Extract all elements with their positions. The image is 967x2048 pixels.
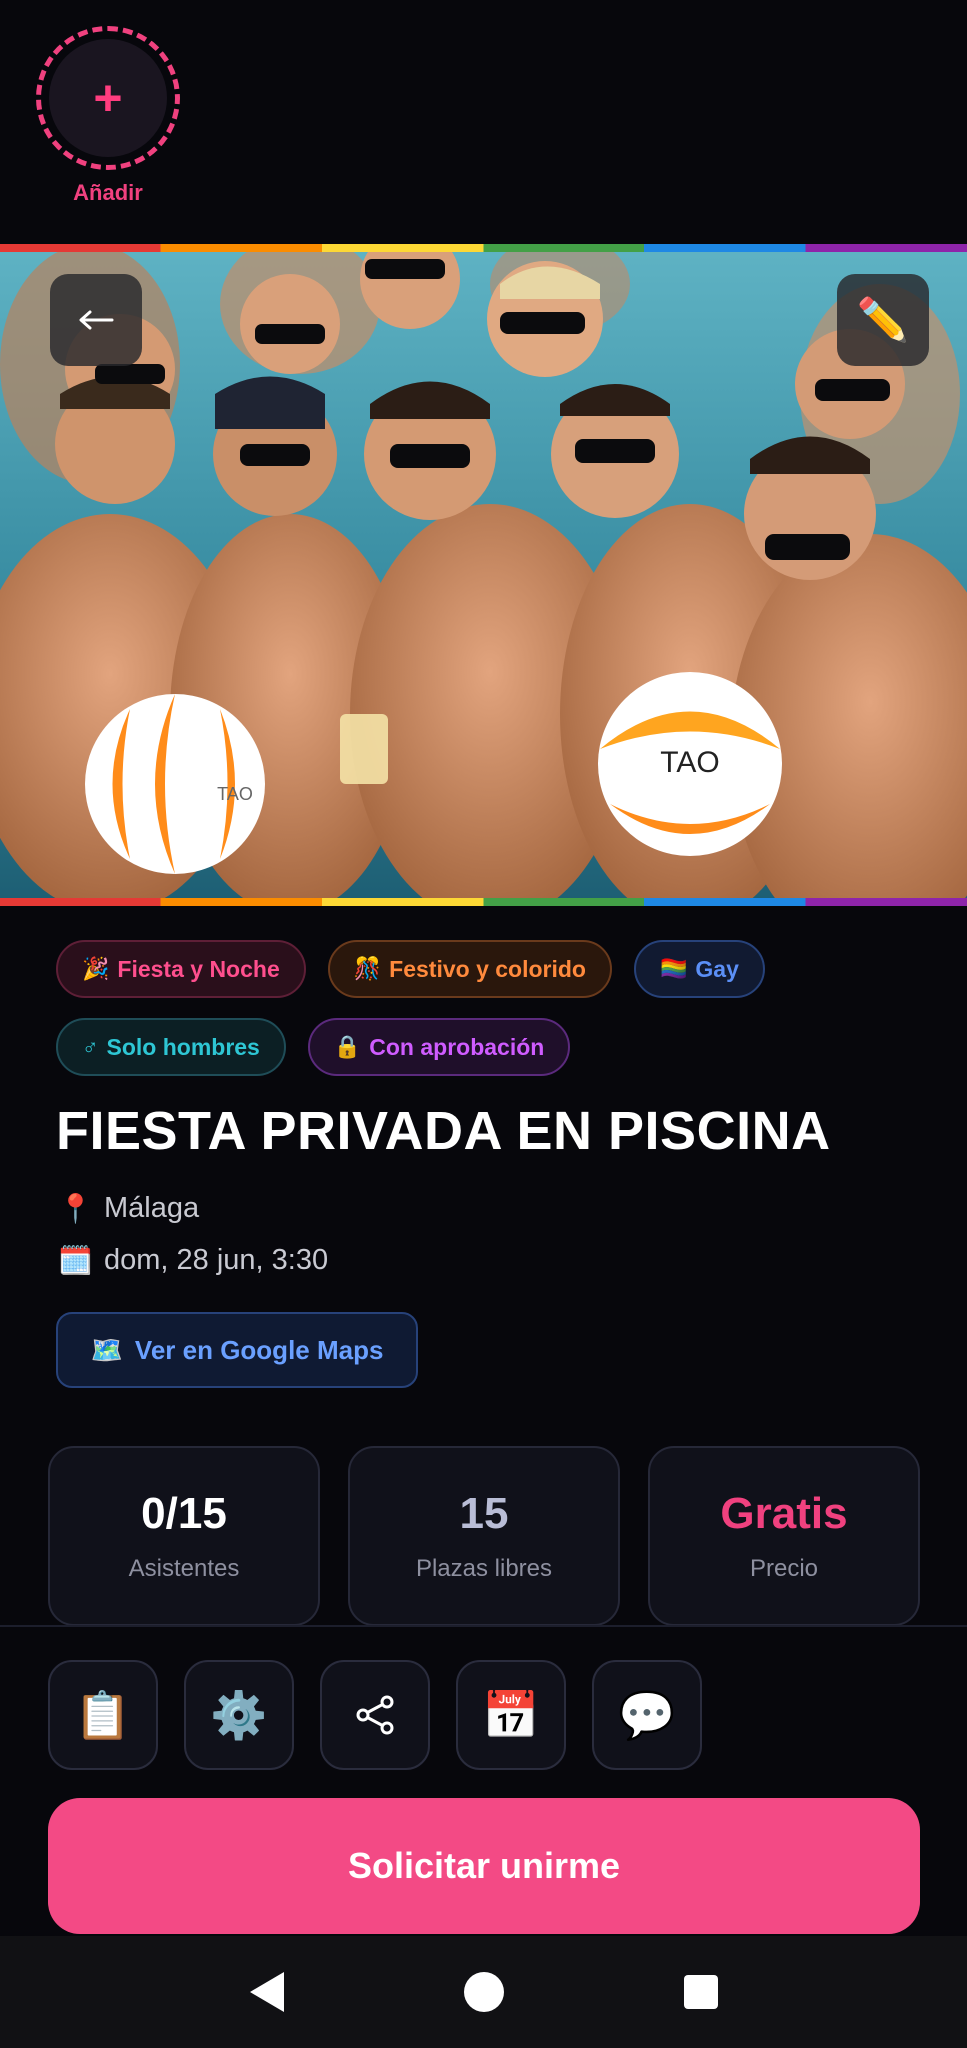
clipboard-button[interactable]: 📋 <box>48 1660 158 1770</box>
stat-attendees: 0/15 Asistentes <box>48 1446 320 1626</box>
event-location: 📍 Málaga <box>58 1192 199 1225</box>
gear-icon: ⚙️ <box>210 1688 268 1741</box>
chip-label: Solo hombres <box>106 1033 260 1060</box>
party-popper-icon: 🎉 <box>82 956 110 981</box>
clipboard-icon: 📋 <box>74 1688 132 1741</box>
event-cover-image: TAO TAO ✏️ <box>0 244 967 906</box>
stat-value: 0/15 <box>141 1489 227 1538</box>
action-bar: 📋 ⚙️ 📅 💬 <box>48 1660 702 1770</box>
ball-logo-right: TAO <box>660 746 719 779</box>
back-button[interactable] <box>50 274 142 366</box>
stat-free-spots: 15 Plazas libres <box>348 1446 620 1626</box>
chip-gay: 🏳️‍🌈 Gay <box>633 940 765 998</box>
event-tags: 🎉 Fiesta y Noche 🎊 Festivo y colorido 🏳️… <box>56 940 936 1076</box>
chip-label: Con aprobación <box>369 1033 545 1060</box>
share-button[interactable] <box>320 1660 430 1770</box>
chip-label: Fiesta y Noche <box>117 955 280 982</box>
chip-festivo-y-colorido: 🎊 Festivo y colorido <box>327 940 612 998</box>
add-to-calendar-button[interactable]: 📅 <box>456 1660 566 1770</box>
event-title: FIESTA PRIVADA EN PISCINA <box>56 1101 831 1161</box>
nav-home-icon[interactable] <box>463 1972 504 2012</box>
system-nav-bar <box>0 1936 967 2048</box>
plus-icon: + <box>49 39 167 157</box>
lock-icon: 🔒 <box>333 1034 362 1059</box>
location-text: Málaga <box>104 1192 200 1224</box>
chip-solo-hombres: ♂ Solo hombres <box>56 1018 286 1076</box>
google-maps-button[interactable]: 🗺️ Ver en Google Maps <box>56 1312 418 1388</box>
chat-button[interactable]: 💬 <box>592 1660 702 1770</box>
male-sign-icon: ♂ <box>82 1034 99 1059</box>
stat-label: Asistentes <box>128 1555 240 1582</box>
add-story[interactable]: + Añadir <box>36 26 180 206</box>
stat-value: 15 <box>459 1489 509 1538</box>
chip-label: Festivo y colorido <box>389 955 586 982</box>
chat-bubble-icon: 💬 <box>618 1688 676 1741</box>
arrow-left-icon <box>79 310 114 330</box>
stat-value: Gratis <box>720 1489 848 1538</box>
stat-label: Plazas libres <box>415 1555 553 1582</box>
request-join-button[interactable]: Solicitar unirme <box>48 1798 920 1934</box>
section-divider <box>0 1625 967 1627</box>
nav-recents-icon[interactable] <box>683 1975 718 2009</box>
date-text: dom, 28 jun, 3:30 <box>104 1244 329 1276</box>
stat-label: Precio <box>749 1555 819 1582</box>
calendar-icon: 📅 <box>482 1688 540 1741</box>
event-date: 🗓️ dom, 28 jun, 3:30 <box>58 1244 328 1277</box>
chip-label: Gay <box>695 955 739 982</box>
calendar-icon: 🗓️ <box>58 1245 93 1276</box>
pencil-icon: ✏️ <box>856 295 910 343</box>
maps-button-label: Ver en Google Maps <box>134 1334 384 1365</box>
rainbow-border-top <box>0 244 967 252</box>
nav-back-icon[interactable] <box>249 1972 284 2012</box>
share-icon <box>356 1695 394 1735</box>
add-story-ring[interactable]: + <box>36 26 180 170</box>
add-story-label: Añadir <box>73 180 143 205</box>
rainbow-border-bottom <box>0 898 967 906</box>
ball-logo-left: TAO <box>217 784 253 804</box>
chip-con-aprobacion: 🔒 Con aprobación <box>307 1018 571 1076</box>
edit-button[interactable]: ✏️ <box>837 274 929 366</box>
location-pin-icon: 📍 <box>58 1193 93 1224</box>
chip-fiesta-y-noche: 🎉 Fiesta y Noche <box>56 940 306 998</box>
pool-party-photo: TAO TAO <box>0 244 967 906</box>
stat-price: Gratis Precio <box>648 1446 920 1626</box>
event-stats: 0/15 Asistentes 15 Plazas libres Gratis … <box>48 1446 920 1626</box>
rainbow-flag-icon: 🏳️‍🌈 <box>659 956 688 981</box>
settings-button[interactable]: ⚙️ <box>184 1660 294 1770</box>
confetti-ball-icon: 🎊 <box>353 956 382 981</box>
map-icon: 🗺️ <box>90 1334 123 1365</box>
